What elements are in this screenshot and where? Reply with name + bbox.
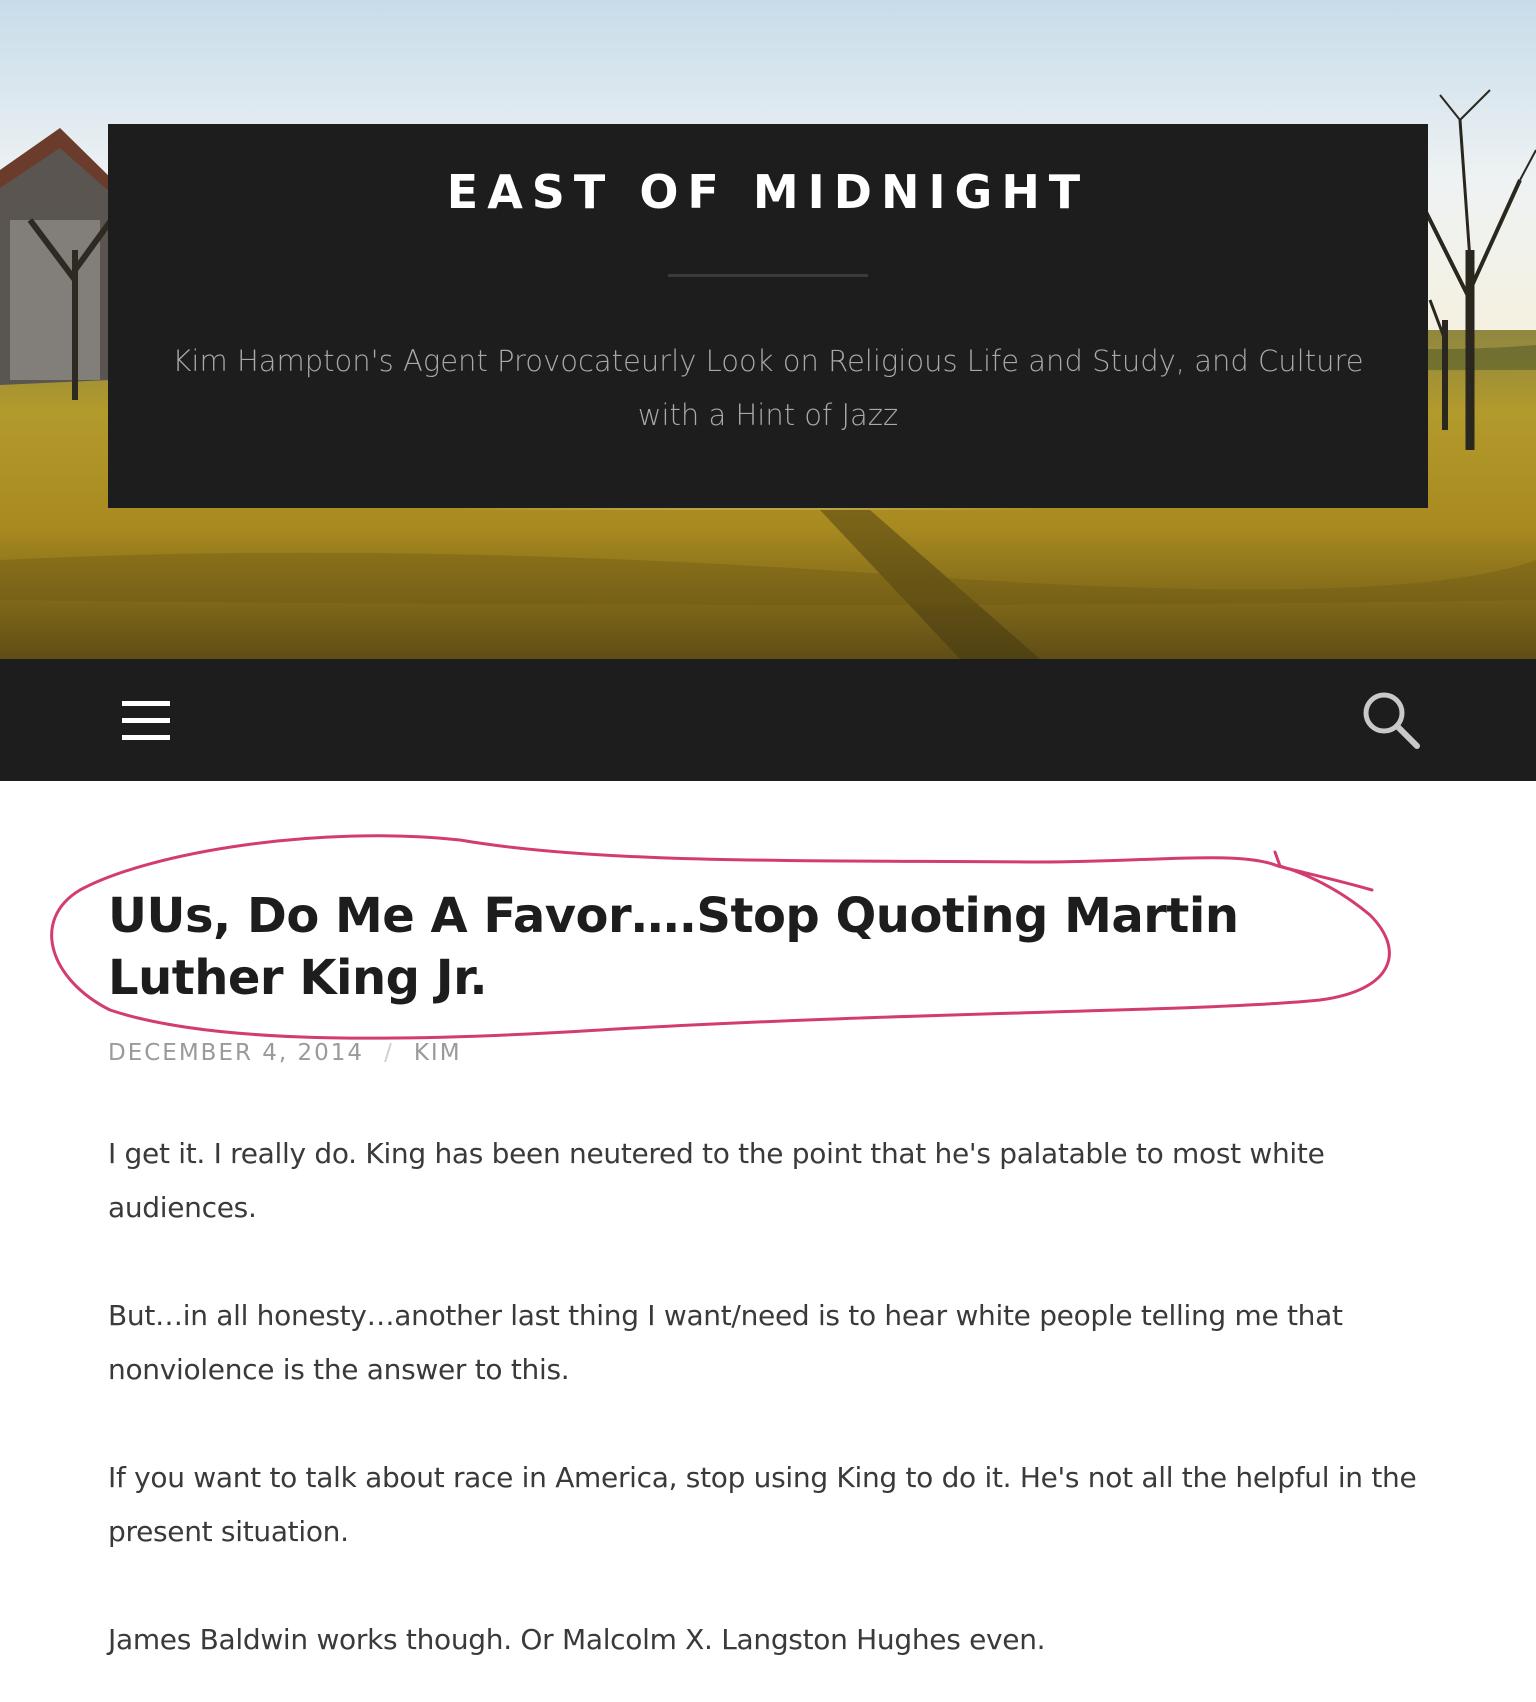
- post-paragraph: If you want to talk about race in Americ…: [108, 1461, 1417, 1548]
- meta-separator: /: [384, 1040, 394, 1066]
- site-tagline: Kim Hampton's Agent Provocateurly Look o…: [172, 344, 1364, 432]
- search-toggle-button[interactable]: [1360, 689, 1422, 751]
- post-date-link[interactable]: DECEMBER 4, 2014: [108, 1040, 364, 1066]
- menu-toggle-button[interactable]: [120, 701, 172, 741]
- navigation-bar: [0, 659, 1536, 781]
- hamburger-menu-icon: [120, 701, 172, 741]
- site-title-text[interactable]: EAST OF MIDNIGHT: [108, 164, 1428, 220]
- post-paragraph: James Baldwin works though. Or Malcolm X…: [108, 1623, 1046, 1656]
- post-title[interactable]: UUs, Do Me A Favor….Stop Quoting Martin …: [108, 885, 1398, 1009]
- search-icon: [1363, 692, 1420, 749]
- post-meta: DECEMBER 4, 2014 / KIM: [108, 1038, 462, 1068]
- title-divider: [668, 274, 868, 277]
- site-title-wrapper: EAST OF MIDNIGHT Kim Hampton's Agent Pro…: [108, 124, 1428, 508]
- post-author-link[interactable]: KIM: [414, 1040, 462, 1066]
- post-paragraph: But…in all honesty…another last thing I …: [108, 1299, 1343, 1386]
- post-paragraph: I get it. I really do. King has been neu…: [108, 1137, 1325, 1224]
